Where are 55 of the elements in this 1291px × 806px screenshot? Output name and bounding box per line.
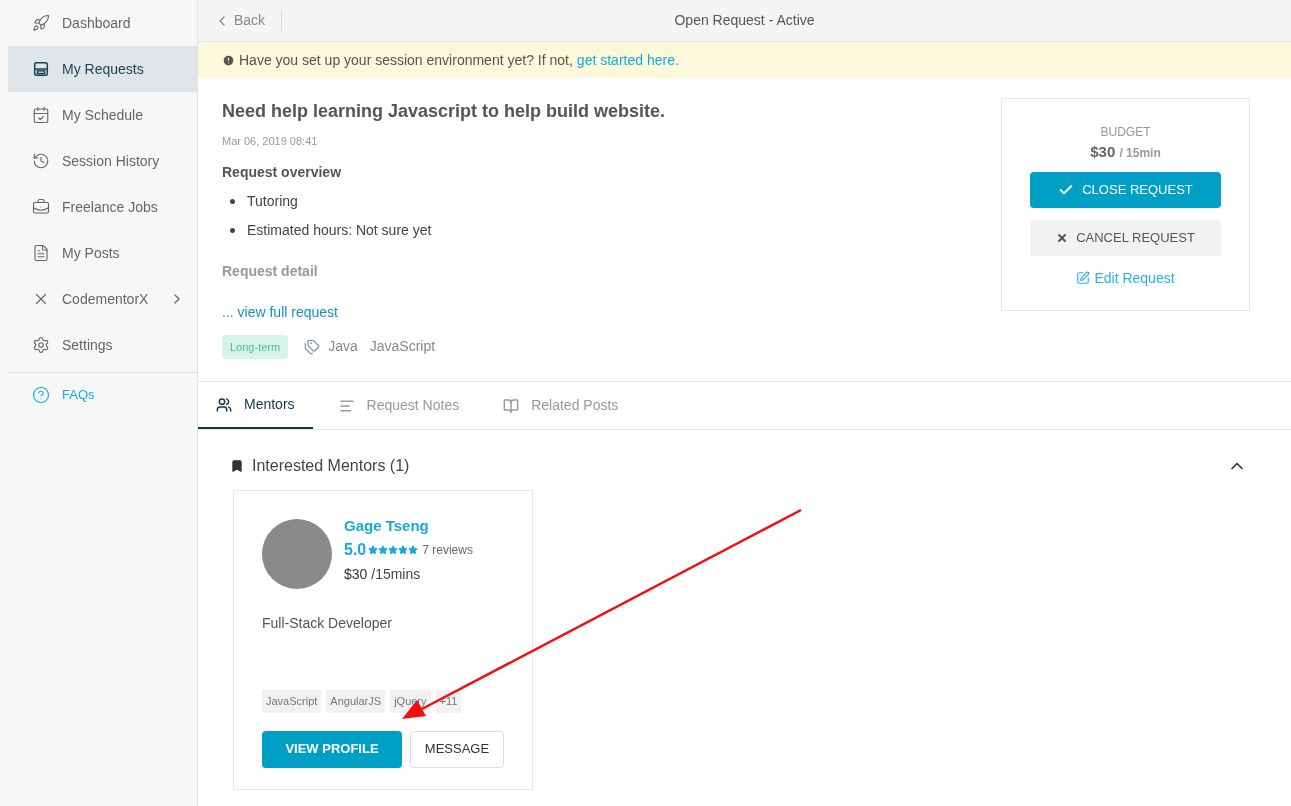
- budget-amount: $30 / 15min: [1090, 142, 1161, 162]
- sidebar-item[interactable]: My Schedule: [8, 92, 197, 138]
- skill-tag: JavaScript: [262, 690, 322, 713]
- request-date: Mar 06, 2019 08:41: [222, 134, 319, 149]
- sidebar-item[interactable]: Session History: [8, 138, 197, 184]
- budget-label: BUDGET: [1100, 124, 1151, 141]
- people-icon: [216, 396, 232, 413]
- book-icon: [503, 397, 520, 414]
- settings-icon: [32, 336, 50, 354]
- overview-heading: Request overview: [222, 162, 343, 182]
- sidebar-item[interactable]: CodementorX: [8, 276, 197, 322]
- bullet-icon: [230, 198, 235, 204]
- mentor-headline: Full-Stack Developer: [262, 614, 393, 633]
- skill-tag: AngularJS: [326, 690, 386, 713]
- edit-request-link[interactable]: Edit Request: [1076, 267, 1175, 289]
- mentor-rate: $30 /15mins: [344, 565, 421, 582]
- view-profile-button[interactable]: VIEW PROFILE: [262, 730, 402, 768]
- calendar-icon: [32, 106, 50, 124]
- help-icon: [32, 386, 50, 404]
- get-started-link[interactable]: get started here.: [576, 49, 679, 71]
- long-term-badge: Long-term: [222, 334, 289, 359]
- tag-label[interactable]: JavaScript: [369, 336, 436, 358]
- sidebar-item[interactable]: Settings: [8, 322, 197, 368]
- tab[interactable]: Mentors: [198, 382, 313, 429]
- tag-label[interactable]: Java: [328, 336, 358, 358]
- reviews-count: 7 reviews: [422, 541, 473, 559]
- close-icon: [1056, 231, 1069, 244]
- edit-icon: [1076, 271, 1091, 285]
- section-title: Interested Mentors (1): [252, 456, 411, 476]
- message-button[interactable]: MESSAGE: [410, 730, 504, 768]
- close-request-button[interactable]: CLOSE REQUEST: [1030, 171, 1221, 208]
- sidebar-item[interactable]: My Requests: [8, 46, 197, 92]
- rocket-icon: [32, 14, 50, 32]
- bookmark-icon: [230, 459, 244, 473]
- overview-item: Estimated hours: Not sure yet: [247, 220, 432, 240]
- request-title: Need help learning Javascript to help build website.: [222, 100, 667, 123]
- tab[interactable]: Related Posts: [485, 382, 637, 429]
- overview-item: Tutoring: [247, 191, 298, 211]
- view-full-request-link[interactable]: ... view full request: [222, 301, 1001, 323]
- page-title: Open Request - Active: [674, 11, 815, 30]
- sidebar-item[interactable]: My Posts: [8, 230, 197, 276]
- tab[interactable]: Request Notes: [320, 382, 478, 429]
- banner-text: Have you set up your session environment yet? If not,: [239, 50, 573, 70]
- rating-value: 5.0: [344, 539, 367, 560]
- mentor-name[interactable]: Gage Tseng: [344, 515, 473, 538]
- sidebar-item[interactable]: Freelance Jobs: [8, 184, 197, 230]
- history-icon: [32, 152, 50, 170]
- info-icon: [222, 53, 235, 67]
- detail-heading: Request detail: [222, 261, 319, 281]
- bullet-icon: [230, 227, 235, 233]
- cancel-request-button[interactable]: CANCEL REQUEST: [1030, 219, 1221, 256]
- sidebar-item[interactable]: Dashboard: [8, 0, 197, 46]
- faqs-link[interactable]: FAQs: [8, 373, 197, 417]
- tags-icon: [304, 338, 321, 355]
- back-button[interactable]: Back: [214, 10, 283, 31]
